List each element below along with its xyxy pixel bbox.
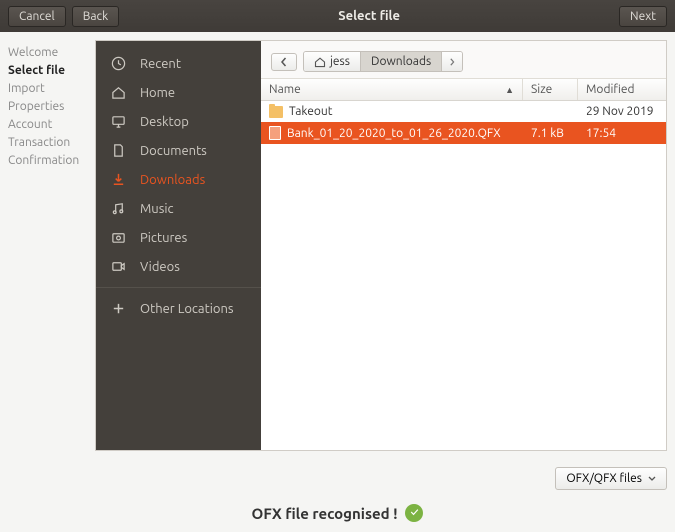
- crumb-label: Downloads: [371, 55, 431, 68]
- place-label: Recent: [140, 57, 181, 71]
- pathbar: jess Downloads: [261, 41, 666, 79]
- videos-icon: [110, 259, 126, 274]
- file-icon: [269, 126, 281, 140]
- chevron-right-icon: [448, 57, 456, 67]
- plus-icon: [110, 301, 126, 316]
- home-icon: [110, 85, 126, 100]
- file-row-selected[interactable]: Bank_01_20_2020_to_01_26_2020.QFX 7.1 kB…: [261, 122, 666, 144]
- breadcrumb: jess Downloads: [303, 51, 463, 72]
- documents-icon: [110, 143, 126, 158]
- file-size: [523, 110, 578, 114]
- place-label: Downloads: [140, 173, 205, 187]
- place-label: Documents: [140, 144, 207, 158]
- desktop-icon: [110, 114, 126, 129]
- column-size[interactable]: Size: [523, 79, 578, 100]
- place-videos[interactable]: Videos: [96, 252, 261, 281]
- check-icon: ✓: [405, 504, 423, 522]
- cancel-button[interactable]: Cancel: [8, 6, 66, 27]
- status-text: OFX file recognised !: [252, 505, 398, 522]
- chevron-down-icon: [648, 476, 656, 482]
- status-line: OFX file recognised ! ✓: [0, 498, 675, 532]
- next-button[interactable]: Next: [619, 6, 667, 27]
- place-pictures[interactable]: Pictures: [96, 223, 261, 252]
- file-area: jess Downloads Name ▲: [261, 41, 666, 450]
- filter-label: OFX/QFX files: [566, 472, 642, 485]
- file-modified: 17:54: [578, 125, 666, 142]
- crumb-downloads[interactable]: Downloads: [361, 52, 442, 71]
- place-documents[interactable]: Documents: [96, 136, 261, 165]
- file-row-folder[interactable]: Takeout 29 Nov 2019: [261, 101, 666, 122]
- titlebar: Cancel Back Select file Next: [0, 0, 675, 32]
- place-recent[interactable]: Recent: [96, 49, 261, 78]
- column-modified[interactable]: Modified: [578, 79, 666, 100]
- clock-icon: [110, 56, 126, 71]
- step-transaction: Transaction: [8, 134, 87, 152]
- step-account: Account: [8, 116, 87, 134]
- back-button[interactable]: Back: [72, 6, 119, 27]
- place-label: Home: [140, 86, 175, 100]
- crumb-home[interactable]: jess: [304, 52, 361, 71]
- file-name: Bank_01_20_2020_to_01_26_2020.QFX: [287, 127, 501, 140]
- file-list: Name ▲ Size Modified Takeout 29 Nov 2019: [261, 79, 666, 450]
- step-welcome: Welcome: [8, 44, 87, 62]
- place-home[interactable]: Home: [96, 78, 261, 107]
- crumb-forward[interactable]: [442, 52, 462, 71]
- path-back-button[interactable]: [271, 53, 297, 71]
- file-filter-dropdown[interactable]: OFX/QFX files: [555, 467, 667, 490]
- sort-ascending-icon: ▲: [505, 85, 514, 95]
- place-label: Pictures: [140, 231, 187, 245]
- place-downloads[interactable]: Downloads: [96, 165, 261, 194]
- folder-icon: [269, 106, 283, 118]
- window-title: Select file: [125, 9, 613, 23]
- download-icon: [110, 172, 126, 187]
- crumb-home-label: jess: [330, 55, 350, 68]
- pictures-icon: [110, 230, 126, 245]
- chevron-left-icon: [279, 57, 289, 67]
- step-properties: Properties: [8, 98, 87, 116]
- step-import: Import: [8, 80, 87, 98]
- place-label: Music: [140, 202, 174, 216]
- step-confirmation: Confirmation: [8, 152, 87, 170]
- column-name-label: Name: [269, 83, 301, 96]
- place-label: Videos: [140, 260, 180, 274]
- place-label: Other Locations: [140, 302, 234, 316]
- step-select-file: Select file: [8, 62, 87, 80]
- bottom-bar: OFX/QFX files: [0, 459, 675, 498]
- file-modified: 29 Nov 2019: [578, 103, 666, 120]
- column-name[interactable]: Name ▲: [261, 79, 523, 100]
- place-music[interactable]: Music: [96, 194, 261, 223]
- content-area: Welcome Select file Import Properties Ac…: [0, 32, 675, 459]
- place-desktop[interactable]: Desktop: [96, 107, 261, 136]
- places-divider: [96, 287, 261, 288]
- file-size: 7.1 kB: [523, 125, 578, 142]
- file-chooser: Recent Home Desktop Documents Downloads: [95, 40, 667, 451]
- home-icon: [314, 56, 326, 68]
- file-list-header: Name ▲ Size Modified: [261, 79, 666, 101]
- file-name: Takeout: [289, 105, 332, 118]
- places-sidebar: Recent Home Desktop Documents Downloads: [96, 41, 261, 450]
- place-other-locations[interactable]: Other Locations: [96, 294, 261, 323]
- wizard-steps: Welcome Select file Import Properties Ac…: [0, 32, 95, 459]
- place-label: Desktop: [140, 115, 189, 129]
- music-icon: [110, 201, 126, 216]
